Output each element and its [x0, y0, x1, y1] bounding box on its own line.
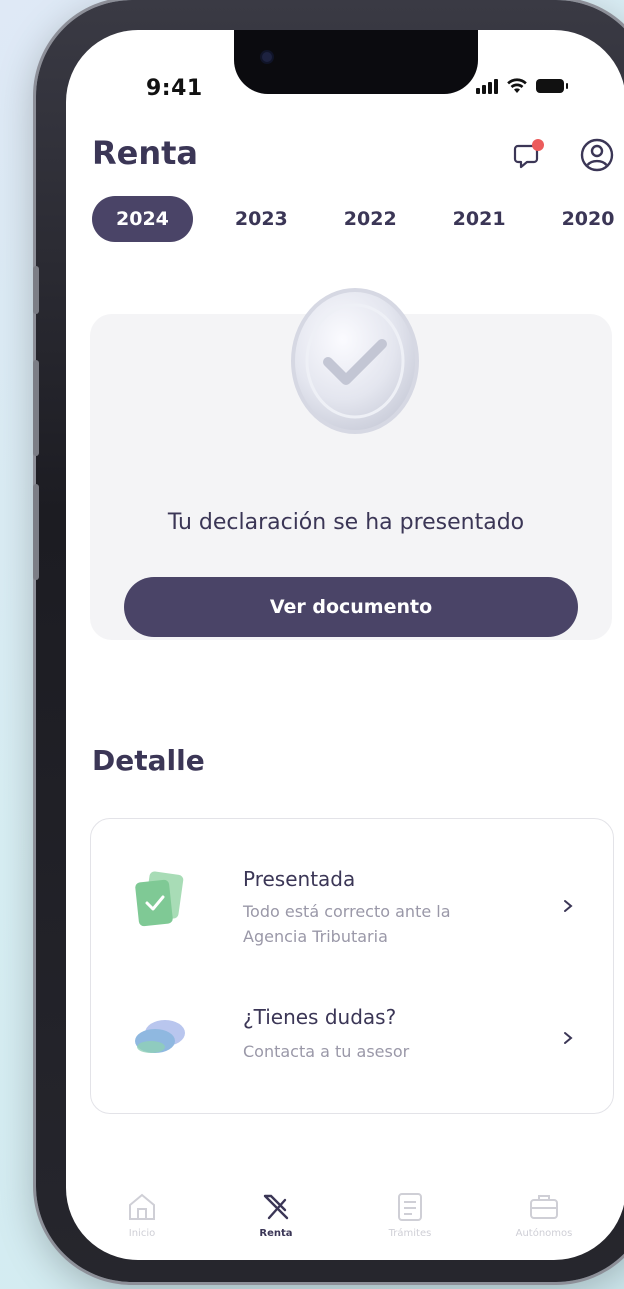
documents-check-icon: [135, 871, 184, 927]
signal-icon: [476, 78, 498, 94]
status-icons: [476, 78, 568, 94]
ver-documento-button[interactable]: Ver documento: [124, 577, 578, 637]
wifi-icon: [507, 78, 527, 93]
detail-title: Detalle: [92, 744, 205, 777]
phone-volume-down-button: [33, 484, 39, 580]
row-subtitle-dudas: Contacta a tu asesor: [243, 1042, 410, 1061]
year-tab-2023[interactable]: 2023: [217, 196, 306, 242]
nav-label-tramites: Trámites: [388, 1228, 432, 1239]
phone-volume-up-button: [33, 360, 39, 456]
year-tab-2021[interactable]: 2021: [435, 196, 524, 242]
status-message: Tu declaración se ha presentado: [167, 510, 525, 535]
home-icon: [129, 1193, 155, 1220]
row-subtitle-presentada: Todo está correcto ante la Agencia Tribu…: [243, 902, 451, 946]
message-notification-icon[interactable]: [510, 136, 548, 174]
header: Renta: [66, 130, 624, 190]
detail-card: Presentada Todo está correcto ante la Ag…: [90, 818, 614, 1114]
nav-label-renta: Renta: [259, 1228, 293, 1239]
check-coin-icon: [291, 288, 419, 434]
briefcase-icon: [530, 1195, 558, 1219]
bottom-nav: Inicio Renta Trámites Autónomos: [66, 1180, 624, 1260]
page-title: Renta: [92, 134, 199, 172]
phone-silent-switch: [33, 266, 39, 314]
nav-label-autonomos: Autónomos: [515, 1228, 573, 1239]
row-title-dudas: ¿Tienes dudas?: [243, 1005, 397, 1029]
row-title-presentada: Presentada: [243, 867, 356, 891]
nav-item-renta[interactable]: Renta: [226, 1190, 326, 1239]
chat-bubbles-icon: [135, 1020, 185, 1053]
chevron-right-icon: [564, 1032, 573, 1044]
year-tabs: 2024 2023 2022 2021 2020 201: [92, 196, 624, 242]
year-tab-2020[interactable]: 2020: [544, 196, 624, 242]
notch: [234, 30, 478, 94]
renta-icon: [263, 1194, 289, 1220]
status-bar: 9:41: [66, 30, 624, 140]
nav-item-autonomos[interactable]: Autónomos: [494, 1190, 594, 1239]
year-tab-2024[interactable]: 2024: [92, 196, 193, 242]
document-icon: [398, 1193, 422, 1221]
camera-icon: [262, 52, 272, 62]
user-profile-icon[interactable]: [578, 136, 616, 174]
app-screen: 9:41 Renta 2024 2023 2022 2021 2020 Tu d…: [66, 30, 624, 1260]
status-time: 9:41: [146, 76, 203, 101]
detail-row-presentada[interactable]: Presentada Todo está correcto ante la Ag…: [91, 847, 613, 967]
chevron-right-icon: [564, 900, 573, 912]
nav-item-inicio[interactable]: Inicio: [92, 1190, 192, 1239]
year-tab-2022[interactable]: 2022: [326, 196, 415, 242]
detail-row-dudas[interactable]: ¿Tienes dudas? Contacta a tu asesor: [91, 985, 613, 1105]
nav-item-tramites[interactable]: Trámites: [360, 1190, 460, 1239]
battery-icon: [536, 79, 568, 93]
nav-label-inicio: Inicio: [128, 1228, 156, 1239]
